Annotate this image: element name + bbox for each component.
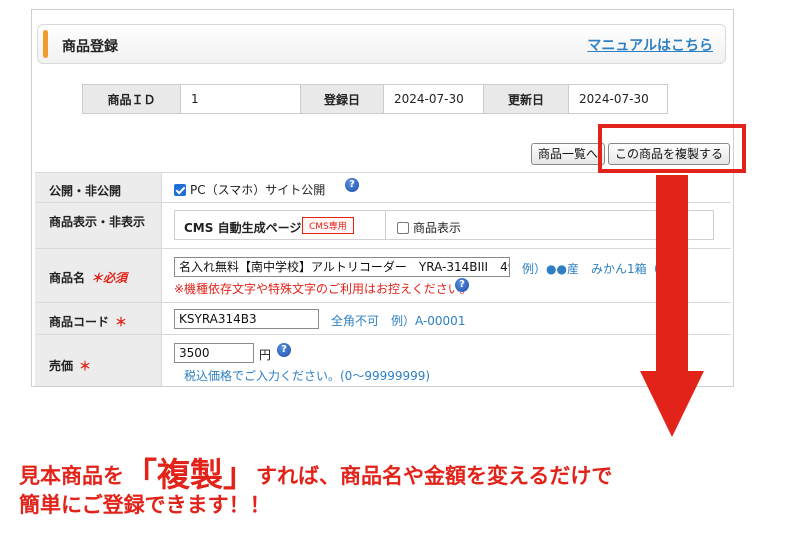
product-code-label-cell: 商品コード ＊: [35, 303, 161, 334]
product-code-row: 商品コード ＊ KSYRA314B3 全角不可 例）A-00001: [35, 302, 731, 334]
product-display-label: 商品表示: [413, 221, 462, 235]
product-display-checkbox[interactable]: [397, 222, 409, 234]
copy-button-highlight: [598, 124, 746, 173]
help-icon[interactable]: ?: [277, 343, 291, 357]
product-code-hint: 全角不可 例）A-00001: [331, 314, 466, 328]
product-info-table: 商品ＩＤ 1 登録日 2024-07-30 更新日 2024-07-30: [82, 84, 668, 114]
updated-date-label: 更新日: [483, 84, 569, 114]
help-icon[interactable]: ?: [345, 178, 359, 192]
price-hint: 税込価格でご入力ください。(0～99999999): [184, 369, 431, 383]
cms-options-box: CMS 自動生成ページ CMS専用 商品表示: [174, 210, 714, 240]
product-id-label: 商品ＩＤ: [82, 84, 181, 114]
product-display-option[interactable]: 商品表示: [397, 219, 461, 236]
product-code-input[interactable]: KSYRA314B3: [174, 309, 319, 329]
manual-link[interactable]: マニュアルはこちら: [587, 35, 713, 55]
site-publish-label: PC（スマホ）サイト公開: [190, 183, 326, 197]
product-id-value: 1: [180, 84, 301, 114]
display-row: 商品表示・非表示 CMS 自動生成ページ CMS専用 商品表示: [35, 202, 731, 248]
product-list-button[interactable]: 商品一覧へ: [531, 143, 606, 165]
cms-page-label: CMS 自動生成ページ: [184, 221, 302, 235]
down-arrow-icon: [640, 175, 704, 437]
price-unit: 円: [259, 348, 272, 362]
updated-date-value: 2024-07-30: [568, 84, 668, 114]
required-marker: ＊必須: [91, 271, 128, 285]
required-marker: ＊: [115, 315, 128, 329]
page-header: 商品登録 マニュアルはこちら: [37, 24, 726, 64]
product-name-input[interactable]: 名入れ無料【南中学校】アルトリコーダー YRA-314BIII 4960693: [174, 257, 510, 277]
product-name-row: 商品名 ＊必須 名入れ無料【南中学校】アルトリコーダー YRA-314BIII 4…: [35, 248, 731, 302]
product-name-label-cell: 商品名 ＊必須: [35, 249, 161, 302]
price-input[interactable]: 3500: [174, 343, 254, 363]
product-code-label: 商品コード: [49, 315, 110, 329]
product-registration-panel: 商品登録 マニュアルはこちら 商品ＩＤ 1 登録日 2024-07-30 更新日…: [31, 9, 734, 387]
caption-text: 見本商品を: [19, 464, 124, 488]
price-row: 売価 ＊ 3500 円 ? 税込価格でご入力ください。(0～99999999): [35, 334, 731, 386]
price-label-cell: 売価 ＊: [35, 335, 161, 386]
cms-divider: [385, 211, 386, 239]
product-name-warning: ※機種依存文字や特殊文字のご利用はお控えください。: [174, 282, 472, 296]
product-name-label: 商品名: [49, 271, 86, 285]
visibility-row: 公開・非公開 PC（スマホ）サイト公開 ?: [35, 172, 731, 202]
price-label: 売価: [49, 359, 74, 373]
caption-line-2: 簡単にご登録できます！！: [19, 493, 271, 517]
registered-date-label: 登録日: [300, 84, 384, 114]
help-icon[interactable]: ?: [455, 278, 469, 292]
caption-text: すれば、商品名や金額を変えるだけで: [256, 464, 613, 488]
visibility-label: 公開・非公開: [35, 173, 161, 202]
registered-date-value: 2024-07-30: [383, 84, 484, 114]
site-publish-option[interactable]: PC（スマホ）サイト公開: [174, 181, 325, 198]
display-label: 商品表示・非表示: [35, 203, 161, 248]
site-publish-checkbox[interactable]: [174, 184, 186, 196]
header-accent-bar: [43, 30, 48, 58]
page-title: 商品登録: [62, 39, 118, 55]
cms-only-badge: CMS専用: [302, 217, 354, 234]
required-marker: ＊: [79, 359, 92, 373]
